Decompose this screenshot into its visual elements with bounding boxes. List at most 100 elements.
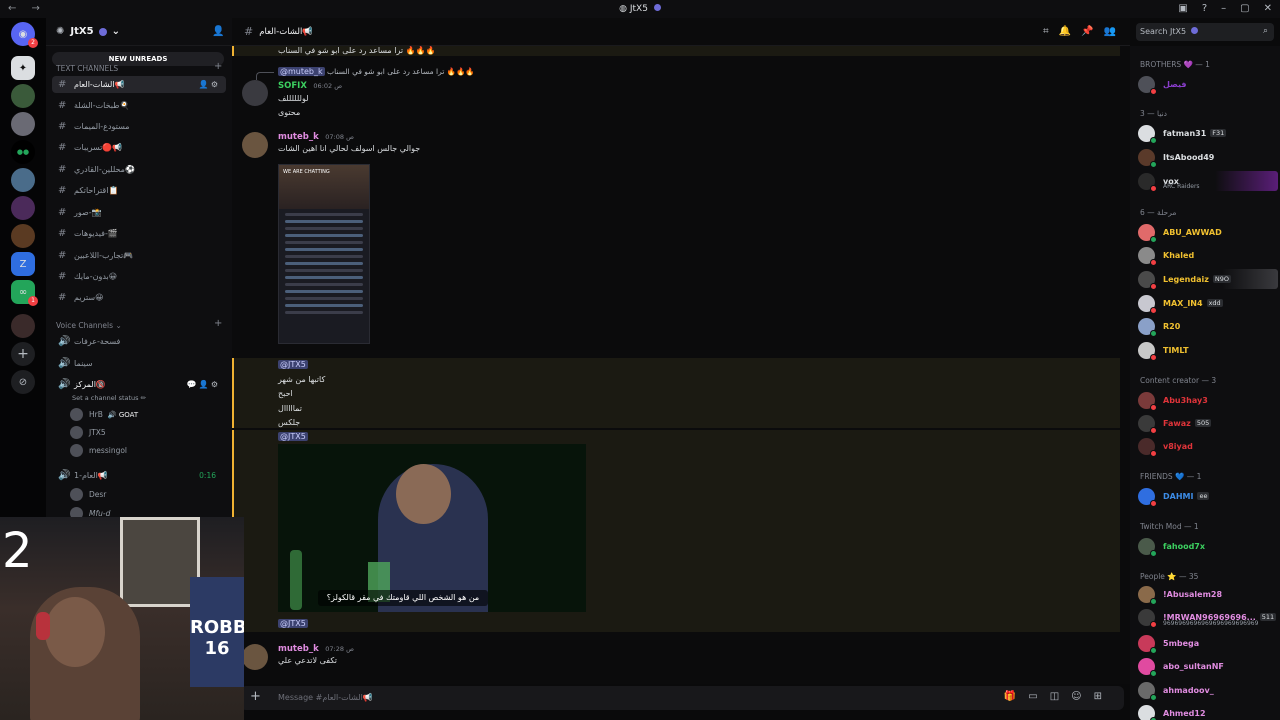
channel-item[interactable]: # طبخات-الشلة🍳 — [52, 97, 226, 114]
attach-plus-icon[interactable]: + — [250, 689, 261, 704]
gift-icon[interactable]: 🎁 — [1004, 691, 1028, 702]
member-item[interactable]: Legendaiz N9O — [1138, 269, 1278, 290]
avatar[interactable] — [242, 132, 268, 158]
channel-item[interactable]: # فيديوهات-🎬 — [52, 225, 226, 242]
user-mention[interactable]: @JTX5 — [278, 619, 308, 628]
emoji-icon[interactable]: ☺ — [1071, 691, 1093, 702]
voice-channel-item[interactable]: 🔊 فسحة-عرفات — [52, 333, 226, 350]
boost-dot-icon — [653, 4, 661, 11]
channel-item[interactable]: # تجارب-اللاعبين🎮 — [52, 247, 226, 264]
member-item[interactable]: R20 — [1138, 316, 1180, 337]
add-voice-channel-icon[interactable]: + — [214, 318, 222, 329]
channel-label: اقتراحاتكم📋 — [74, 186, 119, 195]
user-mention[interactable]: @JTX5 — [278, 432, 308, 441]
server-icon-4[interactable]: ●● — [11, 140, 35, 164]
avatar[interactable] — [242, 80, 268, 106]
add-channel-icon[interactable]: + — [214, 61, 222, 72]
channel-actions[interactable]: 👤⚙ — [199, 80, 220, 89]
channel-item[interactable]: # تسريبات🔴📢 — [52, 139, 226, 156]
member-item[interactable]: abo_sultanNF — [1138, 656, 1224, 677]
member-item[interactable]: ABU_AWWAD — [1138, 222, 1222, 243]
member-item[interactable]: !MRWAN96969696... 511 96969696969696969696… — [1138, 607, 1277, 628]
member-item[interactable]: فيصل — [1138, 74, 1187, 95]
channel-item[interactable]: # مستودع-الميمات — [52, 118, 226, 135]
member-item[interactable]: 5mbega — [1138, 633, 1199, 654]
window-controls: ▣ ? – ▢ ✕ — [1178, 3, 1272, 14]
member-item[interactable]: !Abusalem28 — [1138, 584, 1222, 605]
member-item[interactable]: fahood7x — [1138, 536, 1205, 557]
sticker-icon[interactable]: ◫ — [1050, 691, 1071, 702]
channel-item[interactable]: # ستريم😀 — [52, 289, 226, 306]
status-dnd-icon — [1150, 353, 1157, 361]
voice-user[interactable]: Desr — [70, 488, 106, 501]
threads-icon[interactable]: ⌗ — [1043, 26, 1059, 37]
channel-item[interactable]: # الشات-العام📢 👤⚙ — [52, 76, 226, 93]
add-server-icon[interactable]: + — [11, 342, 35, 366]
channel-item[interactable]: # صور-📸 — [52, 204, 226, 221]
server-icon-7[interactable] — [11, 224, 35, 248]
member-item[interactable]: Khaled — [1138, 245, 1194, 266]
voice-channel-item[interactable]: 🔊 العام-1📢 0:16 — [52, 467, 226, 484]
pin-icon[interactable]: 📌 — [1081, 26, 1103, 37]
category-text-channels[interactable]: TEXT CHANNELS + — [56, 61, 222, 73]
server-icon-5[interactable] — [11, 168, 35, 192]
avatar[interactable] — [242, 644, 268, 670]
server-icon-10[interactable] — [11, 314, 35, 338]
message-author[interactable]: muteb_k — [278, 644, 319, 654]
server-jtx5[interactable]: ✦ — [11, 56, 35, 80]
message-author[interactable]: muteb_k — [278, 132, 319, 142]
reply-mention[interactable]: @muteb_k — [278, 67, 325, 76]
image-attachment[interactable]: WE ARE CHATTING — [278, 164, 370, 344]
discover-icon[interactable]: ⊘ — [11, 370, 35, 394]
reply-preview[interactable]: @muteb_k ترا مساعد رد على ابو شو في السن… — [278, 67, 475, 76]
bell-icon[interactable]: 🔔 — [1059, 26, 1081, 37]
avatar — [1138, 341, 1157, 361]
close-icon[interactable]: ✕ — [1264, 3, 1272, 14]
channel-item[interactable]: # محللين-القادري⚽ — [52, 161, 226, 178]
category-voice-channels[interactable]: Voice Channels ⌄ + — [56, 318, 222, 330]
member-item[interactable]: DAHMI ee — [1138, 486, 1210, 507]
apps-icon[interactable]: ⊞ — [1094, 691, 1114, 702]
member-item[interactable]: ItsAbood49 — [1138, 147, 1214, 168]
maximize-icon[interactable]: ▢ — [1240, 3, 1249, 14]
channel-item[interactable]: # اقتراحاتكم📋 — [52, 182, 226, 199]
video-attachment[interactable]: من هو الشخص اللي قاومتك في مقر قالكولز؟ — [278, 444, 586, 612]
screenshot-line — [285, 213, 363, 216]
member-item[interactable]: ahmadoov_ — [1138, 680, 1214, 701]
user-mention[interactable]: @JTX5 — [278, 360, 308, 369]
member-item[interactable]: Ahmed12 — [1138, 703, 1206, 720]
server-icon-2[interactable] — [11, 84, 35, 108]
channel-actions[interactable]: 💬👤⚙ — [187, 380, 220, 389]
member-item[interactable]: TIMLT — [1138, 340, 1189, 361]
member-item[interactable]: v8iyad — [1138, 436, 1193, 457]
voice-user[interactable]: JTX5 — [70, 426, 106, 439]
server-icon-3[interactable] — [11, 112, 35, 136]
guild-header[interactable]: ✺ JtX5 ⌄ 👤 — [46, 18, 232, 46]
server-icon-8[interactable]: Z — [11, 252, 35, 276]
gif-icon[interactable]: ▭ — [1028, 691, 1049, 702]
user-badge: 🔊 GOAT — [107, 410, 139, 419]
server-icon-9[interactable]: ∞ 1 — [11, 280, 38, 306]
invite-icon[interactable]: 👤 — [212, 26, 224, 37]
member-item[interactable]: vox ARC Raiders — [1138, 171, 1278, 192]
channel-status[interactable]: Set a channel status ✏ — [72, 394, 146, 402]
member-item[interactable]: MAX_IN4 xdd — [1138, 293, 1223, 314]
minimize-icon[interactable]: – — [1221, 3, 1226, 14]
message-composer[interactable]: + Message #الشات-العام📢 🎁▭◫☺⊞ — [240, 686, 1124, 710]
search-input[interactable]: Search JtX5 ⌕ — [1136, 23, 1274, 41]
server-icon-6[interactable] — [11, 196, 35, 220]
voice-user[interactable]: HrB 🔊 GOAT — [70, 408, 138, 421]
member-item[interactable]: Fawaz 505 — [1138, 413, 1212, 434]
help-icon[interactable]: ? — [1202, 3, 1207, 14]
voice-channel-item[interactable]: 🔊 سينما — [52, 355, 226, 372]
server-unread-badge: 1 — [28, 296, 38, 306]
member-item[interactable]: Abu3hay3 — [1138, 390, 1208, 411]
member-item[interactable]: fatman31 F31 — [1138, 123, 1227, 144]
voice-user[interactable]: messingol — [70, 444, 127, 457]
voice-channel-item[interactable]: 🔊 المركز🔞 💬👤⚙ — [52, 376, 226, 393]
home-dm-button[interactable]: ◉ 2 — [11, 22, 38, 48]
channel-item[interactable]: # بدون-مايك😀 — [52, 268, 226, 285]
members-icon[interactable]: 👥 — [1104, 26, 1126, 37]
message-author[interactable]: SOFIX — [278, 81, 307, 91]
inbox-icon[interactable]: ▣ — [1178, 3, 1187, 14]
